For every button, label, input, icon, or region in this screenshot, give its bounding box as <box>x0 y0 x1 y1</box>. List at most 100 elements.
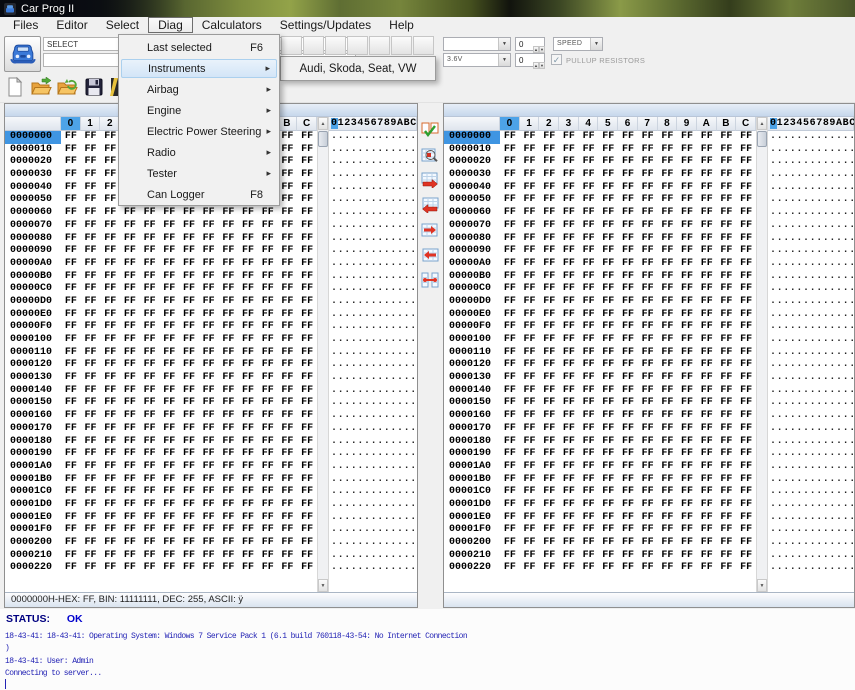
hex-byte-cell[interactable]: FF <box>258 245 278 258</box>
ascii-cell[interactable]: ............. <box>329 423 417 436</box>
hex-byte-cell[interactable]: FF <box>697 512 717 525</box>
hex-byte-cell[interactable]: FF <box>618 524 638 537</box>
hex-byte-cell[interactable]: FF <box>120 499 140 512</box>
hex-byte-cell[interactable]: FF <box>297 207 317 220</box>
hex-byte-cell[interactable]: FF <box>579 309 599 322</box>
hex-byte-cell[interactable]: FF <box>658 169 678 182</box>
hex-byte-cell[interactable]: FF <box>697 271 717 284</box>
address-cell[interactable]: 00001E0 <box>444 512 500 525</box>
ascii-cell[interactable]: ............. <box>768 271 854 284</box>
hex-byte-cell[interactable]: FF <box>258 486 278 499</box>
hex-byte-cell[interactable]: FF <box>100 486 120 499</box>
hex-byte-cell[interactable]: FF <box>61 131 81 144</box>
hex-byte-cell[interactable]: FF <box>61 233 81 246</box>
hex-byte-cell[interactable]: FF <box>100 397 120 410</box>
hex-byte-cell[interactable]: FF <box>559 461 579 474</box>
hex-byte-cell[interactable]: FF <box>598 233 618 246</box>
hex-byte-cell[interactable]: FF <box>736 372 756 385</box>
ascii-cell[interactable]: ............. <box>768 385 854 398</box>
hex-byte-cell[interactable]: FF <box>677 144 697 157</box>
address-cell[interactable]: 0000140 <box>5 385 61 398</box>
hex-byte-cell[interactable]: FF <box>658 144 678 157</box>
hex-byte-cell[interactable]: FF <box>697 359 717 372</box>
hex-byte-cell[interactable]: FF <box>297 385 317 398</box>
hex-byte-cell[interactable]: FF <box>638 309 658 322</box>
hex-byte-cell[interactable]: FF <box>179 512 199 525</box>
spinner-1[interactable]: 0 ▲ ▼ <box>515 37 545 53</box>
hex-byte-cell[interactable]: FF <box>559 334 579 347</box>
copy-row-left-button[interactable] <box>419 243 441 266</box>
hex-byte-cell[interactable]: FF <box>579 423 599 436</box>
address-cell[interactable]: 00001D0 <box>5 499 61 512</box>
ascii-cell[interactable]: ............. <box>329 207 417 220</box>
hex-byte-cell[interactable]: FF <box>199 410 219 423</box>
address-cell[interactable]: 0000140 <box>444 385 500 398</box>
hex-byte-cell[interactable]: FF <box>717 207 737 220</box>
hex-byte-cell[interactable]: FF <box>638 385 658 398</box>
hex-byte-cell[interactable]: FF <box>500 524 520 537</box>
hex-byte-cell[interactable]: FF <box>199 334 219 347</box>
hex-byte-cell[interactable]: FF <box>539 550 559 563</box>
hex-byte-cell[interactable]: FF <box>100 372 120 385</box>
hex-byte-cell[interactable]: FF <box>697 156 717 169</box>
hex-byte-cell[interactable]: FF <box>717 144 737 157</box>
hex-byte-cell[interactable]: FF <box>159 233 179 246</box>
column-header[interactable]: 1 <box>519 117 540 131</box>
hex-byte-cell[interactable]: FF <box>500 385 520 398</box>
hex-byte-cell[interactable]: FF <box>677 283 697 296</box>
address-cell[interactable]: 0000100 <box>5 334 61 347</box>
hex-byte-cell[interactable]: FF <box>677 296 697 309</box>
hex-byte-cell[interactable]: FF <box>638 271 658 284</box>
hex-byte-cell[interactable]: FF <box>297 562 317 575</box>
hex-byte-cell[interactable]: FF <box>219 397 239 410</box>
address-cell[interactable]: 0000180 <box>444 436 500 449</box>
hex-byte-cell[interactable]: FF <box>278 156 298 169</box>
menu-calculators[interactable]: Calculators <box>193 17 271 33</box>
address-cell[interactable]: 00000A0 <box>5 258 61 271</box>
hex-byte-cell[interactable]: FF <box>120 334 140 347</box>
hex-byte-cell[interactable]: FF <box>238 410 258 423</box>
hex-byte-cell[interactable]: FF <box>579 271 599 284</box>
hex-byte-cell[interactable]: FF <box>297 423 317 436</box>
hex-byte-cell[interactable]: FF <box>638 562 658 575</box>
hex-byte-cell[interactable]: FF <box>297 512 317 525</box>
hex-byte-cell[interactable]: FF <box>278 410 298 423</box>
column-header[interactable]: 8 <box>657 117 678 131</box>
hex-byte-cell[interactable]: FF <box>297 258 317 271</box>
address-cell[interactable]: 0000020 <box>5 156 61 169</box>
hex-byte-cell[interactable]: FF <box>598 220 618 233</box>
hex-byte-cell[interactable]: FF <box>120 347 140 360</box>
hex-byte-cell[interactable]: FF <box>219 220 239 233</box>
hex-byte-cell[interactable]: FF <box>500 321 520 334</box>
hex-byte-cell[interactable]: FF <box>638 334 658 347</box>
hex-byte-cell[interactable]: FF <box>559 220 579 233</box>
hex-byte-cell[interactable]: FF <box>100 385 120 398</box>
hex-byte-cell[interactable]: FF <box>159 474 179 487</box>
hex-byte-cell[interactable]: FF <box>697 169 717 182</box>
hex-byte-cell[interactable]: FF <box>199 448 219 461</box>
hex-byte-cell[interactable]: FF <box>297 144 317 157</box>
hex-byte-cell[interactable]: FF <box>100 474 120 487</box>
hex-byte-cell[interactable]: FF <box>618 283 638 296</box>
hex-byte-cell[interactable]: FF <box>81 359 101 372</box>
hex-byte-cell[interactable]: FF <box>736 347 756 360</box>
hex-byte-cell[interactable]: FF <box>278 436 298 449</box>
hex-byte-cell[interactable]: FF <box>100 296 120 309</box>
hex-byte-cell[interactable]: FF <box>520 461 540 474</box>
hex-byte-cell[interactable]: FF <box>677 474 697 487</box>
hex-byte-cell[interactable]: FF <box>100 258 120 271</box>
hex-byte-cell[interactable]: FF <box>638 296 658 309</box>
hex-byte-cell[interactable]: FF <box>179 397 199 410</box>
menu-item-can-logger[interactable]: Can Logger F8 <box>119 184 279 205</box>
ascii-cell[interactable]: ............. <box>768 156 854 169</box>
hex-byte-cell[interactable]: FF <box>697 283 717 296</box>
hex-byte-cell[interactable]: FF <box>120 258 140 271</box>
address-cell[interactable]: 00001A0 <box>444 461 500 474</box>
hex-byte-cell[interactable]: FF <box>697 321 717 334</box>
ascii-cell[interactable]: ............. <box>329 283 417 296</box>
hex-byte-cell[interactable]: FF <box>559 194 579 207</box>
hex-byte-cell[interactable]: FF <box>179 562 199 575</box>
ascii-cell[interactable]: ............. <box>329 245 417 258</box>
hex-byte-cell[interactable]: FF <box>559 474 579 487</box>
hex-byte-cell[interactable]: FF <box>697 245 717 258</box>
